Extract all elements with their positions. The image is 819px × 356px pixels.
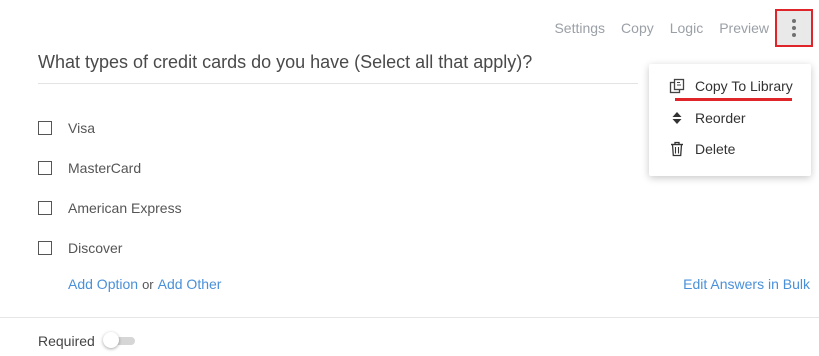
option-label[interactable]: Discover: [68, 240, 122, 256]
copy-library-icon: [669, 78, 685, 94]
toggle-knob: [102, 332, 119, 348]
required-toggle[interactable]: [102, 332, 135, 348]
trash-icon: [669, 141, 685, 157]
more-vertical-icon: [792, 19, 796, 37]
question-toolbar: Settings Copy Logic Preview: [554, 6, 813, 50]
highlight-underline: [675, 98, 792, 101]
option-checkbox[interactable]: [38, 241, 52, 255]
option-label[interactable]: American Express: [68, 200, 182, 216]
reorder-icon: [669, 110, 685, 126]
more-options-button[interactable]: [775, 9, 813, 47]
required-label: Required: [38, 333, 95, 349]
more-options-menu: Copy To Library Reorder Delete: [649, 64, 811, 176]
menu-item-delete[interactable]: Delete: [669, 141, 735, 157]
section-divider: [0, 317, 819, 318]
preview-button[interactable]: Preview: [719, 20, 769, 36]
edit-answers-bulk-link[interactable]: Edit Answers in Bulk: [683, 276, 810, 292]
option-visa: Visa: [38, 118, 95, 138]
settings-button[interactable]: Settings: [554, 20, 605, 36]
question-title[interactable]: What types of credit cards do you have (…: [38, 52, 638, 73]
option-label[interactable]: Visa: [68, 120, 95, 136]
question-editor: Settings Copy Logic Preview What types o…: [0, 0, 819, 356]
or-text: or: [142, 277, 154, 292]
option-checkbox[interactable]: [38, 121, 52, 135]
question-title-underline: [38, 83, 638, 84]
option-discover: Discover: [38, 238, 122, 258]
menu-item-reorder[interactable]: Reorder: [669, 110, 746, 126]
option-mastercard: MasterCard: [38, 158, 141, 178]
add-option-row: Add Option or Add Other: [68, 276, 221, 292]
option-american-express: American Express: [38, 198, 182, 218]
copy-button[interactable]: Copy: [621, 20, 654, 36]
option-checkbox[interactable]: [38, 201, 52, 215]
option-checkbox[interactable]: [38, 161, 52, 175]
option-label[interactable]: MasterCard: [68, 160, 141, 176]
required-row: Required: [38, 332, 135, 349]
menu-item-label: Delete: [695, 141, 736, 157]
logic-button[interactable]: Logic: [670, 20, 703, 36]
menu-item-copy-to-library[interactable]: Copy To Library: [669, 78, 793, 94]
add-other-link[interactable]: Add Other: [158, 276, 222, 292]
add-option-link[interactable]: Add Option: [68, 276, 138, 292]
menu-item-label: Reorder: [695, 110, 746, 126]
menu-item-label: Copy To Library: [695, 78, 793, 94]
